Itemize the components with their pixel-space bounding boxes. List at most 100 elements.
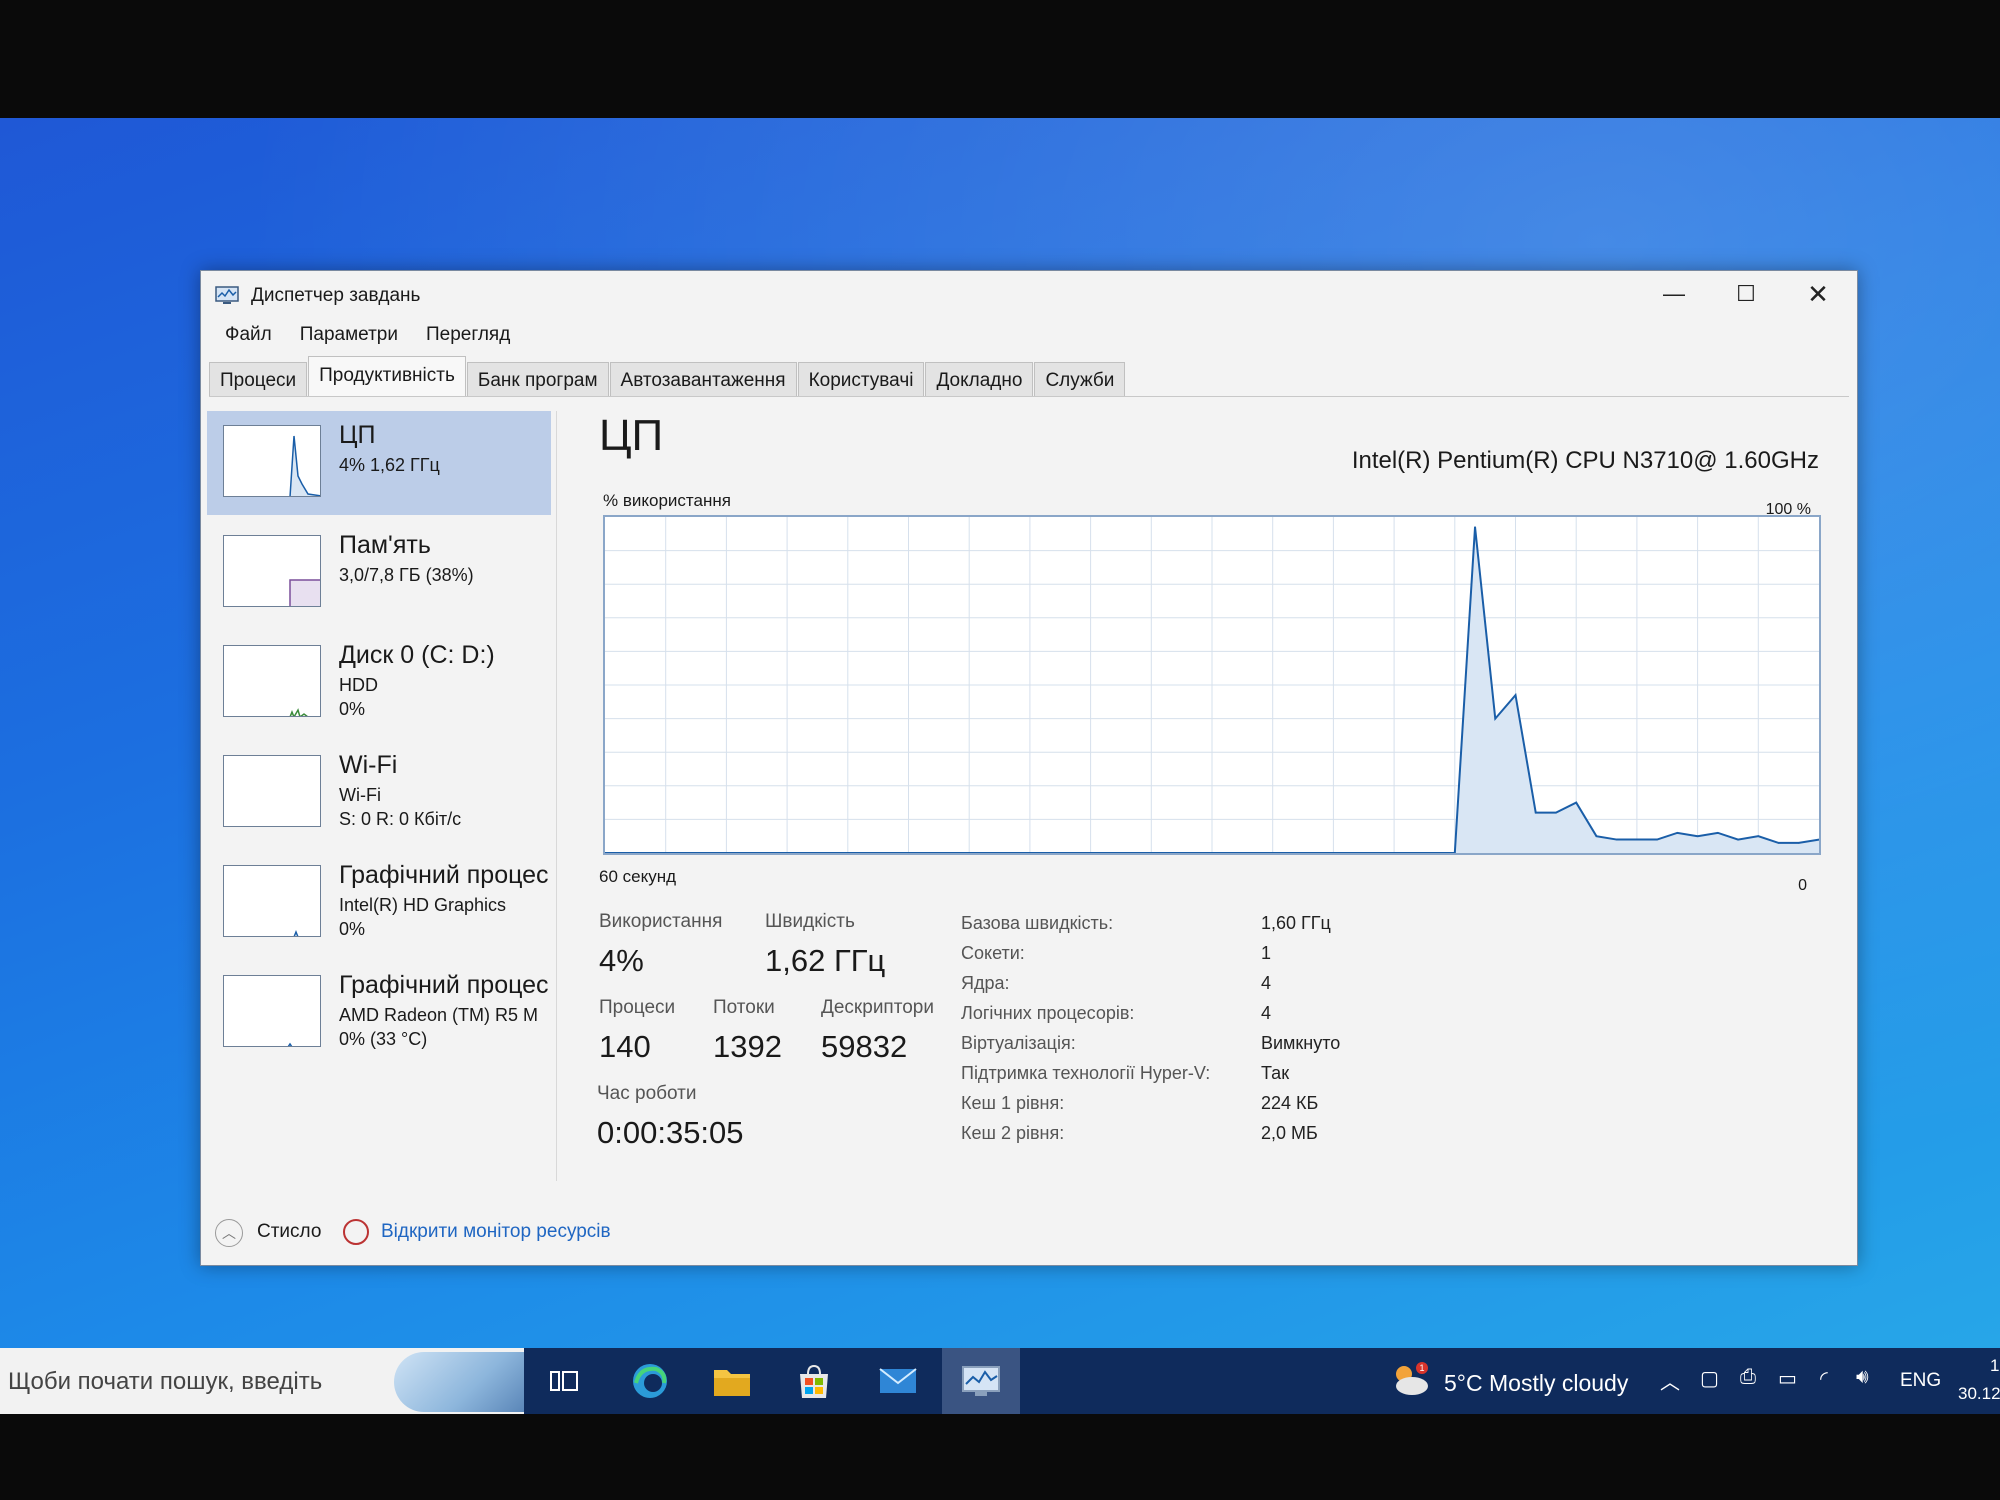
tab-strip: Процеси Продуктивність Банк програм Авто…	[209, 356, 1849, 397]
sidebar-item-name: Wi-Fi	[339, 751, 398, 779]
tab-processes[interactable]: Процеси	[209, 362, 308, 396]
cpu-usage-point	[1595, 835, 1598, 837]
logical-processors-value: 4	[1261, 1003, 1272, 1023]
page-title: ЦП	[599, 411, 664, 460]
menu-options[interactable]: Параметри	[288, 320, 410, 350]
sidebar-item-name: ЦП	[339, 421, 376, 449]
base-speed-label: Базова швидкість:	[961, 913, 1114, 933]
weather-cloudy-icon: 1	[1396, 1362, 1428, 1395]
l1-cache-value: 224 КБ	[1261, 1093, 1319, 1113]
cpu-usage-point	[1555, 811, 1557, 814]
base-speed-value: 1,60 ГГц	[1261, 913, 1331, 933]
speed-label: Швидкість	[765, 911, 855, 932]
cpu-usage-point	[1656, 838, 1658, 841]
logical-processors-label: Логічних процесорів:	[961, 1003, 1135, 1023]
title-bar[interactable]: Диспетчер завдань — ☐ ✕	[201, 271, 1857, 317]
cpu-usage-point	[1717, 832, 1719, 834]
cpu-usage-point	[1514, 694, 1517, 696]
sidebar-item-usage: S: 0 R: 0 Кбіт/с	[339, 809, 462, 829]
sidebar-item-detail: 3,0/7,8 ГБ (38%)	[339, 565, 474, 585]
clock-time[interactable]: 1:	[1990, 1356, 2000, 1376]
sidebar-item-wifi[interactable]: Wi-Fi Wi-Fi S: 0 R: 0 Кбіт/с	[207, 741, 551, 845]
sidebar-item-name: Графічний процес	[339, 971, 549, 999]
sidebar-item-gpu-0[interactable]: Графічний процес Intel(R) HD Graphics 0%	[207, 851, 551, 955]
gpu-thumbnail-graph	[223, 865, 321, 937]
sidebar-item-usage: 0%	[339, 699, 366, 719]
tab-performance[interactable]: Продуктивність	[308, 356, 466, 396]
window-title: Диспетчер завдань	[251, 285, 421, 306]
sidebar-item-detail: HDD	[339, 675, 378, 695]
search-input[interactable]: Щоби почати пошук, введіть	[0, 1348, 524, 1414]
close-button[interactable]: ✕	[1783, 271, 1853, 317]
minimize-button[interactable]: —	[1639, 271, 1709, 317]
memory-thumbnail-graph	[223, 535, 321, 607]
hyper-v-label: Підтримка технології Hyper-V:	[961, 1063, 1211, 1083]
wifi-icon[interactable]: ◜	[1820, 1366, 1828, 1391]
search-highlight-image	[394, 1352, 524, 1412]
store-icon[interactable]	[790, 1357, 838, 1405]
uptime-label: Час роботи	[597, 1083, 697, 1104]
task-manager-taskbar-icon[interactable]	[942, 1348, 1020, 1414]
sidebar-item-usage: 0%	[339, 919, 366, 939]
cpu-usage-point	[1636, 838, 1638, 841]
menu-view[interactable]: Перегляд	[414, 320, 522, 350]
sidebar-item-disk[interactable]: Диск 0 (C: D:) HDD 0%	[207, 631, 551, 735]
cpu-usage-point	[1575, 801, 1577, 804]
sidebar-item-detail: Wi-Fi	[339, 785, 381, 805]
tab-services[interactable]: Служби	[1034, 362, 1126, 396]
open-resource-monitor-link[interactable]: Відкрити монітор ресурсів	[381, 1221, 611, 1243]
file-explorer-icon[interactable]	[708, 1357, 756, 1405]
sidebar-item-gpu-1[interactable]: Графічний процес AMD Radeon (TM) R5 M 0%…	[207, 961, 551, 1065]
graph-x-label: 60 секунд	[599, 867, 677, 886]
tab-users[interactable]: Користувачі	[797, 362, 925, 396]
cpu-usage-point	[1615, 838, 1618, 841]
language-indicator[interactable]: ENG	[1900, 1370, 1941, 1392]
gpu-thumbnail-graph	[223, 975, 321, 1047]
graph-y-label: % використання	[603, 491, 731, 510]
sidebar-item-memory[interactable]: Пам'ять 3,0/7,8 ГБ (38%)	[207, 521, 551, 625]
l2-cache-label: Кеш 2 рівня:	[961, 1123, 1065, 1143]
sidebar-item-usage: 0% (33 °C)	[339, 1029, 428, 1049]
hyper-v-value: Так	[1261, 1063, 1290, 1083]
cpu-usage-point	[1494, 717, 1497, 720]
graph-min-label: 0	[1798, 877, 1807, 894]
tab-details[interactable]: Докладно	[925, 362, 1034, 396]
usage-label: Використання	[599, 911, 723, 932]
tab-startup[interactable]: Автозавантаження	[609, 362, 797, 396]
clock-date[interactable]: 30.12	[1958, 1384, 2000, 1404]
weather-text[interactable]: 5°C Mostly cloudy	[1444, 1370, 1628, 1397]
volume-icon[interactable]: 🔊︎	[1856, 1366, 1869, 1389]
weather-badge: 1	[1419, 1363, 1424, 1373]
cpu-thumbnail-graph	[223, 425, 321, 497]
sockets-value: 1	[1261, 943, 1272, 963]
l1-cache-label: Кеш 1 рівня:	[961, 1093, 1065, 1113]
sidebar-item-name: Графічний процес	[339, 861, 549, 889]
cpu-usage-point	[1474, 526, 1476, 528]
search-placeholder: Щоби почати пошук, введіть	[8, 1368, 323, 1395]
cpu-usage-point	[1534, 811, 1537, 814]
show-hidden-icons-chevron-icon[interactable]: ︿	[1660, 1366, 1680, 1395]
menu-file[interactable]: Файл	[213, 320, 284, 350]
sidebar-item-detail: AMD Radeon (TM) R5 M	[339, 1005, 539, 1025]
performance-sidebar: ЦП 4% 1,62 ГГц Пам'ять 3,0/7,8 ГБ (38%) …	[207, 411, 557, 1181]
cpu-usage-point	[1797, 842, 1800, 844]
taskbar: Щоби почати пошук, введіть 1 5°C Mostly …	[0, 1348, 2000, 1414]
mail-icon[interactable]	[874, 1357, 922, 1405]
processes-value: 140	[599, 1029, 651, 1064]
fewer-details-button[interactable]: Стисло	[257, 1221, 321, 1243]
cpu-usage-svg	[605, 517, 1819, 853]
sockets-label: Сокети:	[961, 943, 1025, 963]
tab-app-history[interactable]: Банк програм	[466, 362, 609, 396]
chevron-up-icon[interactable]: ︿	[215, 1219, 243, 1247]
task-manager-window: Диспетчер завдань — ☐ ✕ Файл Параметри П…	[200, 270, 1858, 1266]
maximize-button[interactable]: ☐	[1711, 271, 1781, 317]
device-icon[interactable]: ⎙	[1740, 1366, 1756, 1389]
task-view-icon[interactable]	[540, 1357, 588, 1405]
sidebar-item-cpu[interactable]: ЦП 4% 1,62 ГГц	[207, 411, 551, 515]
battery-icon[interactable]: ▭	[1778, 1366, 1797, 1391]
notification-area-icon[interactable]: ▢	[1700, 1366, 1719, 1391]
resource-monitor-icon	[343, 1219, 369, 1245]
cpu-model-name: Intel(R) Pentium(R) CPU N3710@ 1.60GHz	[1351, 447, 1819, 474]
edge-browser-icon[interactable]	[626, 1357, 674, 1405]
cores-value: 4	[1261, 973, 1272, 993]
